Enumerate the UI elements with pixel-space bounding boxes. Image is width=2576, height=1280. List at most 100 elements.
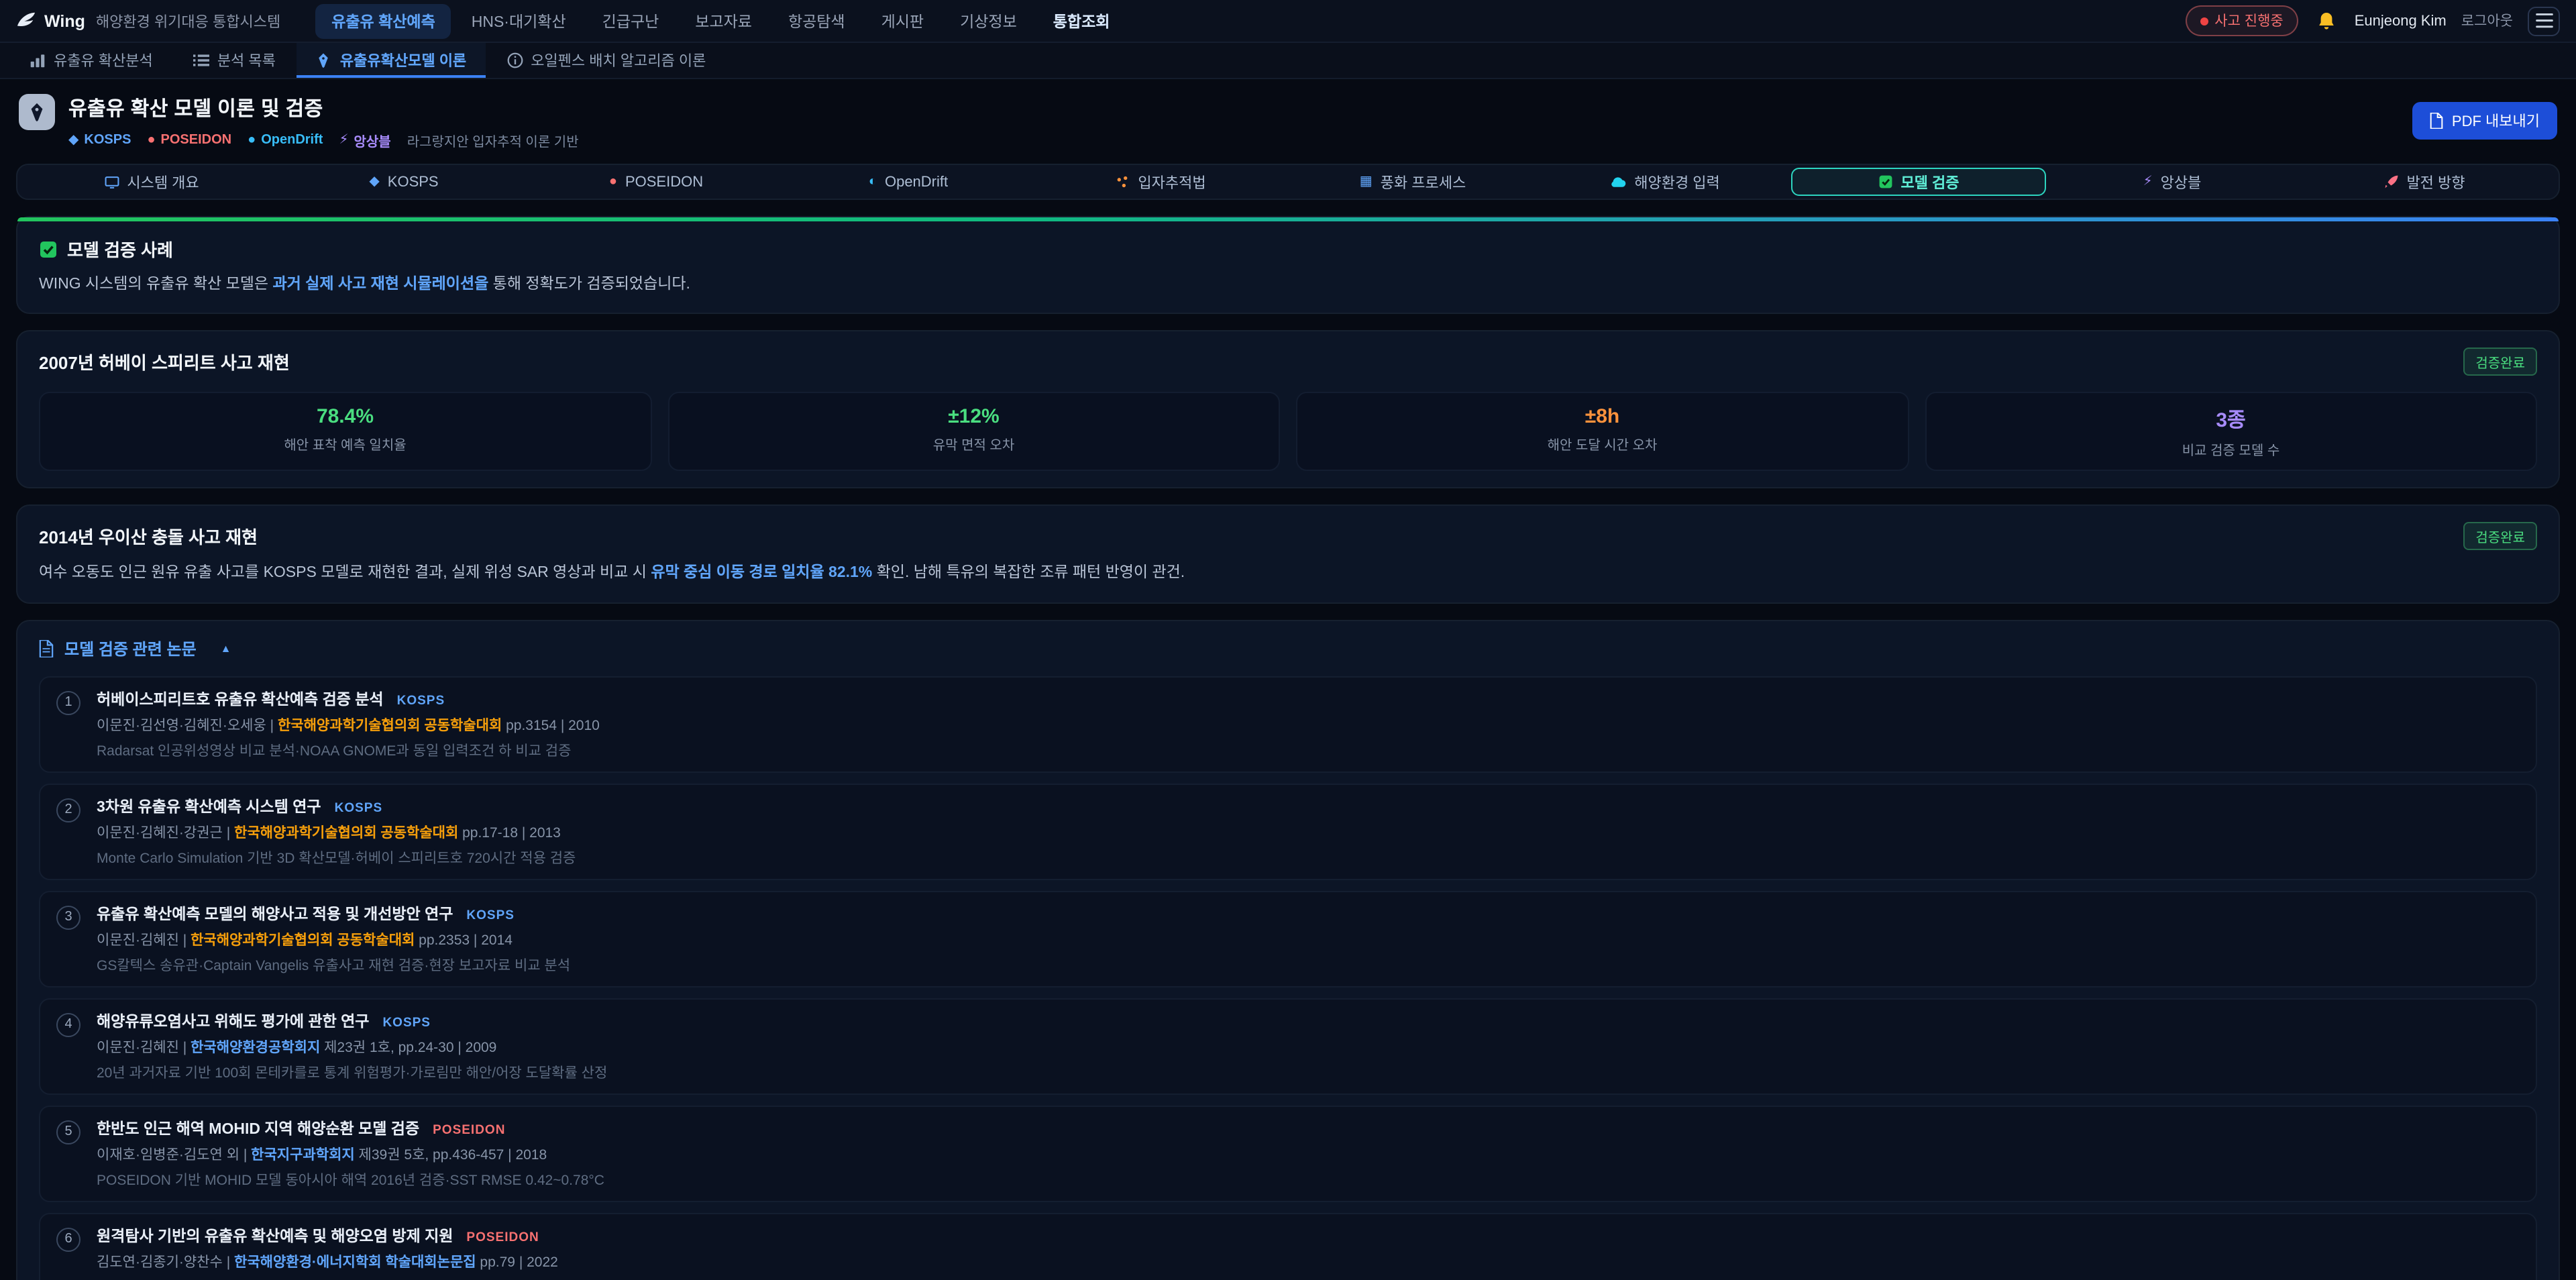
cloud-icon	[1610, 176, 1626, 188]
section-tab-model-validation[interactable]: 모델 검증	[1791, 168, 2046, 196]
tab-diffusion-model-theory[interactable]: 유출유확산모델 이론	[297, 43, 485, 78]
incident-status-badge[interactable]: 사고 진행중	[2185, 5, 2298, 36]
section-tab-future-direction[interactable]: 발전 방향	[2298, 168, 2551, 196]
section-tab-particle-tracking[interactable]: 입자추적법	[1034, 168, 1287, 196]
page-header-text: 유출유 확산 모델 이론 및 검증 ◆ KOSPS ● POSEIDON ● O…	[68, 94, 579, 150]
validation-highlight-text: 과거 실제 사고 재현 시뮬레이션을	[272, 276, 488, 292]
badge-opendrift: ● OpenDrift	[248, 133, 323, 148]
validation-intro-card: 모델 검증 사례 WING 시스템의 유출유 확산 모델은 과거 실제 사고 재…	[16, 216, 2560, 315]
check-square-icon	[39, 239, 58, 258]
wuisan-case-body: 여수 오동도 인근 원유 유출 사고를 KOSPS 모델로 재현한 결과, 실제…	[39, 563, 2537, 586]
paper-model-badge: POSEIDON	[433, 1122, 505, 1137]
paper-number: 6	[56, 1227, 80, 1251]
nav-item-hns-air-diffusion[interactable]: HNS·대기확산	[455, 3, 582, 38]
paper-title: 허베이스피리트호 유출유 확산예측 검증 분석	[97, 688, 384, 709]
paper-authors: 이문진·김선영·김혜진·오세웅 | 한국해양과학기술협의회 공동학술대회 pp.…	[97, 714, 600, 735]
tab-oil-fence-algorithm-label: 오일펜스 배치 알고리즘 이론	[531, 50, 706, 71]
paper-row-5[interactable]: 5 한반도 인근 해역 MOHID 지역 해양순환 모델 검증 POSEIDON…	[39, 1105, 2537, 1202]
paper-journal: 한국해양과학기술협의회 공동학술대회	[278, 717, 502, 733]
paper-title: 해양유류오염사고 위해도 평가에 관한 연구	[97, 1010, 369, 1031]
stat-label: 해안 도달 시간 오차	[1303, 434, 1902, 454]
paper-model-badge: KOSPS	[466, 908, 515, 922]
nav-item-integrated-search[interactable]: 통합조회	[1037, 3, 1126, 38]
chart-icon	[30, 52, 46, 68]
section-tab-poseidon[interactable]: ● POSEIDON	[530, 168, 782, 196]
diamond-icon: ◆	[369, 175, 379, 189]
nav-item-reports[interactable]: 보고자료	[679, 3, 768, 38]
tab-analysis-list[interactable]: 분석 목록	[174, 43, 294, 78]
user-name: Eunjeong Kim	[2355, 13, 2447, 29]
paper-journal: 한국해양환경·에너지학회 학술대회논문집	[234, 1254, 476, 1270]
paper-title: 유출유 확산예측 모델의 해양사고 적용 및 개선방안 연구	[97, 902, 453, 924]
papers-heading: 모델 검증 관련 논문	[64, 637, 197, 659]
paper-row-6[interactable]: 6 원격탐사 기반의 유출유 확산예측 및 해양오염 방제 지원 POSEIDO…	[39, 1212, 2537, 1280]
pen-nib-icon	[316, 52, 332, 68]
nav-item-weather-info[interactable]: 기상정보	[944, 3, 1033, 38]
paper-model-badge: KOSPS	[335, 800, 383, 815]
badge-ensemble: ⚡ 앙상블	[339, 130, 390, 150]
paper-description: Monte Carlo Simulation 기반 3D 확산모델·허베이 스피…	[97, 847, 576, 867]
sub-tab-bar: 유출유 확산분석 분석 목록 유출유확산모델 이론 오일펜스 배치 알고리즘 이…	[0, 43, 2576, 79]
wuisan-case-header: 2014년 우이산 충돌 사고 재현 검증완료	[39, 523, 2537, 551]
section-tab-weathering-process[interactable]: ▦ 풍화 프로세스	[1287, 168, 1539, 196]
paper-journal: 한국해양과학기술협의회 공동학술대회	[191, 932, 415, 948]
section-tab-ensemble[interactable]: ⚡ 앙상블	[2046, 168, 2298, 196]
info-icon	[506, 52, 523, 68]
paper-model-badge: KOSPS	[382, 1015, 431, 1030]
tab-spill-analysis[interactable]: 유출유 확산분석	[11, 43, 172, 78]
particles-icon	[1115, 174, 1130, 189]
papers-card: 모델 검증 관련 논문 ▲ 1 허베이스피리트호 유출유 확산예측 검증 분석 …	[16, 619, 2560, 1280]
diamond-icon: ◆	[68, 133, 78, 148]
paper-row-2[interactable]: 2 3차원 유출유 확산예측 시스템 연구 KOSPS 이문진·김혜진·강권근 …	[39, 783, 2537, 879]
circle-icon: ●	[609, 175, 617, 189]
paper-row-1[interactable]: 1 허베이스피리트호 유출유 확산예측 검증 분석 KOSPS 이문진·김선영·…	[39, 676, 2537, 772]
wuisan-case-title: 2014년 우이산 충돌 사고 재현	[39, 524, 258, 549]
nav-item-aerial-search[interactable]: 항공탐색	[772, 3, 861, 38]
notification-bell-icon[interactable]	[2313, 7, 2340, 34]
section-tab-kosps[interactable]: ◆ KOSPS	[278, 168, 530, 196]
stat-label: 해안 표착 예측 일치율	[46, 434, 645, 454]
nav-item-emergency-rescue[interactable]: 긴급구난	[586, 3, 676, 38]
paper-authors: 이문진·김혜진·강권근 | 한국해양과학기술협의회 공동학술대회 pp.17-1…	[97, 822, 576, 842]
brand-name: Wing	[44, 11, 85, 30]
validation-intro-body: WING 시스템의 유출유 확산 모델은 과거 실제 사고 재현 시뮬레이션을 …	[39, 274, 2537, 297]
tab-analysis-list-label: 분석 목록	[217, 50, 276, 71]
stat-value: ±8h	[1303, 406, 1902, 429]
stat-coast-match: 78.4% 해안 표착 예측 일치율	[39, 392, 651, 472]
menu-hamburger-icon[interactable]	[2528, 6, 2560, 36]
monitor-icon	[104, 175, 119, 189]
stat-label: 비교 검증 모델 수	[1931, 439, 2530, 460]
papers-section-toggle[interactable]: 모델 검증 관련 논문 ▲	[39, 637, 2537, 659]
paper-number: 1	[56, 690, 80, 714]
paper-journal: 한국해양환경공학회지	[191, 1039, 320, 1055]
paper-description: 위성 원격탐사(SAR·광학) 기반 유출유 탐지·POSEIDON 확산예측 …	[97, 1277, 574, 1280]
section-tab-marine-env-input[interactable]: 해양환경 입력	[1539, 168, 1791, 196]
grid-icon: ▦	[1360, 175, 1373, 189]
logout-button[interactable]: 로그아웃	[2461, 11, 2513, 31]
collapse-triangle-icon[interactable]: ▲	[221, 642, 231, 654]
pdf-export-button[interactable]: PDF 내보내기	[2413, 102, 2557, 140]
paper-row-4[interactable]: 4 해양유류오염사고 위해도 평가에 관한 연구 KOSPS 이문진·김혜진 |…	[39, 998, 2537, 1094]
paper-authors: 이재호·임병준·김도연 외 | 한국지구과학회지 제39권 5호, pp.436…	[97, 1144, 604, 1164]
paper-model-badge: POSEIDON	[466, 1230, 539, 1244]
stat-value: 3종	[1931, 406, 2530, 434]
theory-note: 라그랑지안 입자추적 이론 기반	[407, 130, 579, 150]
paper-description: Radarsat 인공위성영상 비교 분석·NOAA GNOME과 동일 입력조…	[97, 740, 600, 760]
stat-arrival-time-error: ±8h 해안 도달 시간 오차	[1296, 392, 1909, 472]
incident-badge-label: 사고 진행중	[2214, 11, 2283, 31]
circle-icon: ●	[248, 133, 256, 148]
tab-oil-fence-algorithm[interactable]: 오일펜스 배치 알고리즘 이론	[488, 43, 724, 78]
paper-row-3[interactable]: 3 유출유 확산예측 모델의 해양사고 적용 및 개선방안 연구 KOSPS 이…	[39, 890, 2537, 987]
section-tab-opendrift[interactable]: ◐ OpenDrift	[782, 168, 1034, 196]
nav-item-oil-spill-prediction[interactable]: 유출유 확산예측	[315, 3, 451, 38]
app-logo[interactable]: Wing 해양환경 위기대응 통합시스템	[16, 10, 280, 32]
nav-item-board[interactable]: 게시판	[865, 3, 941, 38]
verified-badge: 검증완료	[2463, 523, 2537, 551]
main-navigation: 유출유 확산예측 HNS·대기확산 긴급구난 보고자료 항공탐색 게시판 기상정…	[315, 3, 1126, 38]
paper-title: 한반도 인근 해역 MOHID 지역 해양순환 모델 검증	[97, 1117, 419, 1138]
badge-kosps: ◆ KOSPS	[68, 133, 131, 148]
wuisan-case-card: 2014년 우이산 충돌 사고 재현 검증완료 여수 오동도 인근 원유 유출 …	[16, 505, 2560, 604]
section-tab-system-overview[interactable]: 시스템 개요	[25, 168, 278, 196]
page-icon-box	[19, 94, 55, 130]
paper-journal: 한국지구과학회지	[251, 1146, 355, 1163]
